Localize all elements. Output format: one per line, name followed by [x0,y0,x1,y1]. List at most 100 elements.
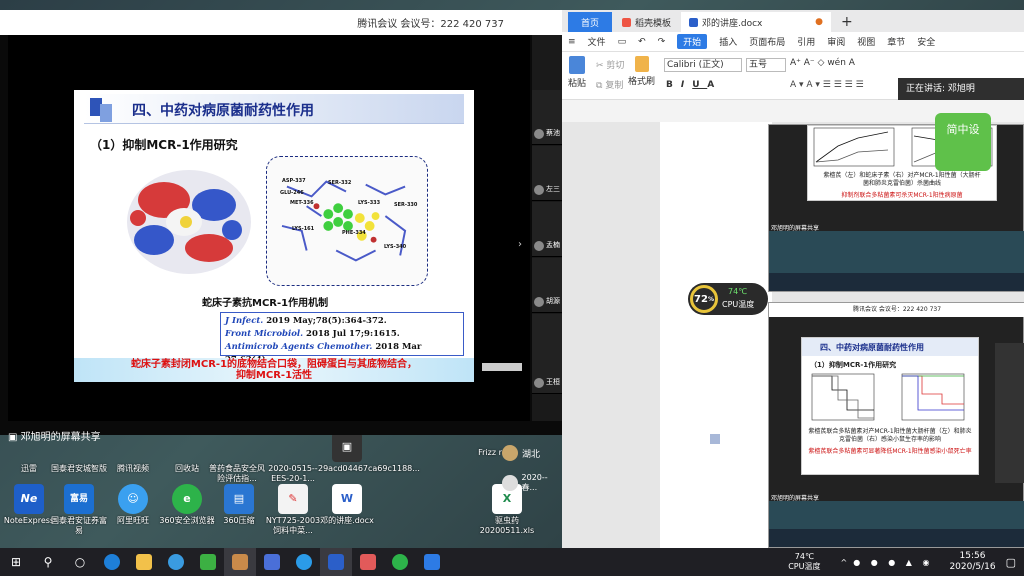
taskbar-app-explorer[interactable] [128,548,160,576]
font-family-select[interactable]: Calibri (正文) [664,58,742,72]
taskbar-app-qq[interactable] [288,548,320,576]
residue-label: PHE-334 [342,230,366,236]
participant-tile[interactable]: 王桓 [532,314,562,394]
menu-chapter[interactable]: 章节 [887,35,905,48]
close-icon[interactable]: ● [815,17,823,27]
notification-icon[interactable]: ▢ [1006,556,1016,569]
desktop-icon-risk[interactable]: 普药食品安全风险评估指... [208,432,266,484]
mini-meeting-window-bottom[interactable]: 腾讯会议 会议号：222 420 737 四、中药对病原菌耐药性作用 （1）抑制… [768,302,1024,548]
tab-template[interactable]: 稻壳模板 [614,12,679,32]
brand-badge: 简中设 [935,113,991,171]
document-icon [222,432,252,462]
menu-file[interactable]: 文件 [588,35,606,48]
item-2020-notification[interactable]: 2020--春... [502,472,562,494]
desktop-icon-29acd[interactable]: ▣ 29acd04467ca69c1188... [318,432,420,474]
copy-button[interactable]: ⧉ 复制 [596,78,623,91]
participant-tile[interactable]: 胡源 [532,258,562,313]
task-view-icon: ○ [74,555,86,569]
taskbar-app-meeting[interactable] [416,548,448,576]
bold-icon[interactable]: B [666,80,681,90]
word-icon [328,554,344,570]
tray-cpu-temp[interactable]: 74℃ CPU温度 [788,552,820,572]
desktop-icon-ees[interactable]: 2020-0515--EES-20-1... [264,432,322,484]
desktop-icon-tencent-video[interactable]: 腾讯视频 [104,432,162,474]
document-icon [278,432,308,462]
chevron-right-icon[interactable]: › [518,239,522,250]
taskbar-app-edge[interactable] [96,548,128,576]
font-size-select[interactable]: 五号 [746,58,786,72]
desktop-icon-nyt725[interactable]: ✎ NYT725-2003 饲料中菜... [264,484,322,536]
font-format-buttons[interactable]: BIUA [666,80,722,90]
paste-button[interactable]: 粘贴 [568,56,586,89]
paragraph-icons[interactable]: A ▾ A ▾ ☰ ☰ ☰ ☰ [790,80,864,90]
menu-view[interactable]: 视图 [857,35,875,48]
edge-icon [104,554,120,570]
taskbar-app-avatar[interactable] [224,548,256,576]
document-page[interactable] [660,122,772,548]
grow-font-icon[interactable]: A⁺ A⁻ ◇ wén A [790,58,855,68]
user-icon [502,475,518,491]
mini-conclusion: 抑制剂联合多粘菌素可杀灭MCR-1阳性病原菌 [841,192,963,199]
search-icon: ⚲ [43,555,53,569]
system-tray: 74℃ CPU温度 ^ ● ● ● ▲ ◉ 15:56 2020/5/16 ▢ [788,548,1024,576]
desktop-icon-fuyi[interactable]: 富易 国泰君安证券富易 [50,484,108,536]
taskbar-app-wechat[interactable] [192,548,224,576]
cpu-temperature-widget[interactable]: 72% 74℃ CPU温度 [688,283,768,315]
desktop-icon-360browser[interactable]: e 360安全浏览器 [158,484,216,526]
tray-app-icons[interactable]: ● ● ● ▲ ◉ [853,558,933,567]
participant-tile[interactable]: 蔡池 [532,90,562,145]
tab-document[interactable]: 邓的讲座.docx ● [681,12,832,32]
hubei-notification[interactable]: 湖北 [502,442,562,464]
small-toolbar-icon[interactable] [482,363,522,371]
mini-meeting-window-top[interactable]: 紫檀芪（左）和蛇床子素（右）对产MCR-1阳性菌（大肠杆菌和肺炎克雷伯菌）杀菌曲… [768,113,1024,292]
cut-button[interactable]: ✂ 剪切 [596,58,624,71]
redo-icon[interactable]: ↷ [658,37,666,47]
undo-icon[interactable]: ↶ [638,37,646,47]
slide-conclusion: 蛇床子素封闭MCR-1的底物结合口袋，阻碍蛋白与其底物结合， 抑制MCR-1活性 [74,358,474,382]
system-clock[interactable]: 15:56 2020/5/16 [949,551,995,573]
task-view-button[interactable]: ○ [64,548,96,576]
menu-security[interactable]: 安全 [917,35,935,48]
search-button[interactable]: ⚲ [32,548,64,576]
desktop-icon-aliwangwang[interactable]: ☺ 阿里旺旺 [104,484,162,526]
tab-home[interactable]: 首页 [568,12,612,32]
mini-taskbar [769,273,1024,291]
participant-tile[interactable]: 孟楠 [532,202,562,257]
wps-icon [264,554,280,570]
residue-label: SER-332 [328,180,352,186]
speaking-indicator: 正在讲话: 邓旭明 [898,78,1024,100]
menu-icon[interactable]: ≡ [568,37,576,47]
save-icon[interactable]: ▭ [618,37,627,47]
menu-reference[interactable]: 引用 [797,35,815,48]
underline-icon[interactable]: U [692,80,707,90]
tencent-video-icon [118,432,148,462]
menu-layout[interactable]: 页面布局 [749,35,785,48]
meeting-title-bar: 腾讯会议 会议号：222 420 737 [0,10,562,35]
tray-expand-icon[interactable]: ^ [840,558,847,567]
format-painter-button[interactable]: 格式刷 [628,56,655,87]
menu-start[interactable]: 开始 [677,34,708,49]
mini-slide: 四、中药对病原菌耐药性作用 （1）抑制MCR-1作用研究 紫檀芪联合多粘菌素对产… [801,337,979,475]
page-side-icon[interactable] [710,434,720,444]
tencent-meeting-window: 腾讯会议 会议号：222 420 737 四、中药对病原菌耐药性作用 （1）抑制… [0,10,562,443]
360-icon [392,554,408,570]
taskbar-app-wps[interactable] [256,548,288,576]
brush-icon [634,56,649,72]
windows-logo-icon: ⊞ [10,555,22,569]
fuyi-icon: 富易 [64,484,94,514]
wps-menu-bar: ≡ 文件 ▭ ↶ ↷ 开始 插入 页面布局 引用 审阅 视图 章节 安全 [562,32,1024,52]
avatar [534,129,544,139]
desktop-icon-docx[interactable]: W 邓的讲座.docx [318,484,376,526]
new-tab-button[interactable]: + [833,12,861,32]
menu-review[interactable]: 审阅 [827,35,845,48]
desktop-icon-360zip[interactable]: ▤ 360压缩 [210,484,268,526]
taskbar-app-360[interactable] [384,548,416,576]
menu-insert[interactable]: 插入 [719,35,737,48]
italic-icon[interactable]: I [681,80,692,90]
taskbar-app-browser[interactable] [160,548,192,576]
taskbar-app-pdf[interactable] [352,548,384,576]
taskbar-app-word[interactable] [320,548,352,576]
start-button[interactable]: ⊞ [0,548,32,576]
font-color-icon[interactable]: A [707,80,722,90]
participant-tile[interactable]: 左三 [532,146,562,201]
